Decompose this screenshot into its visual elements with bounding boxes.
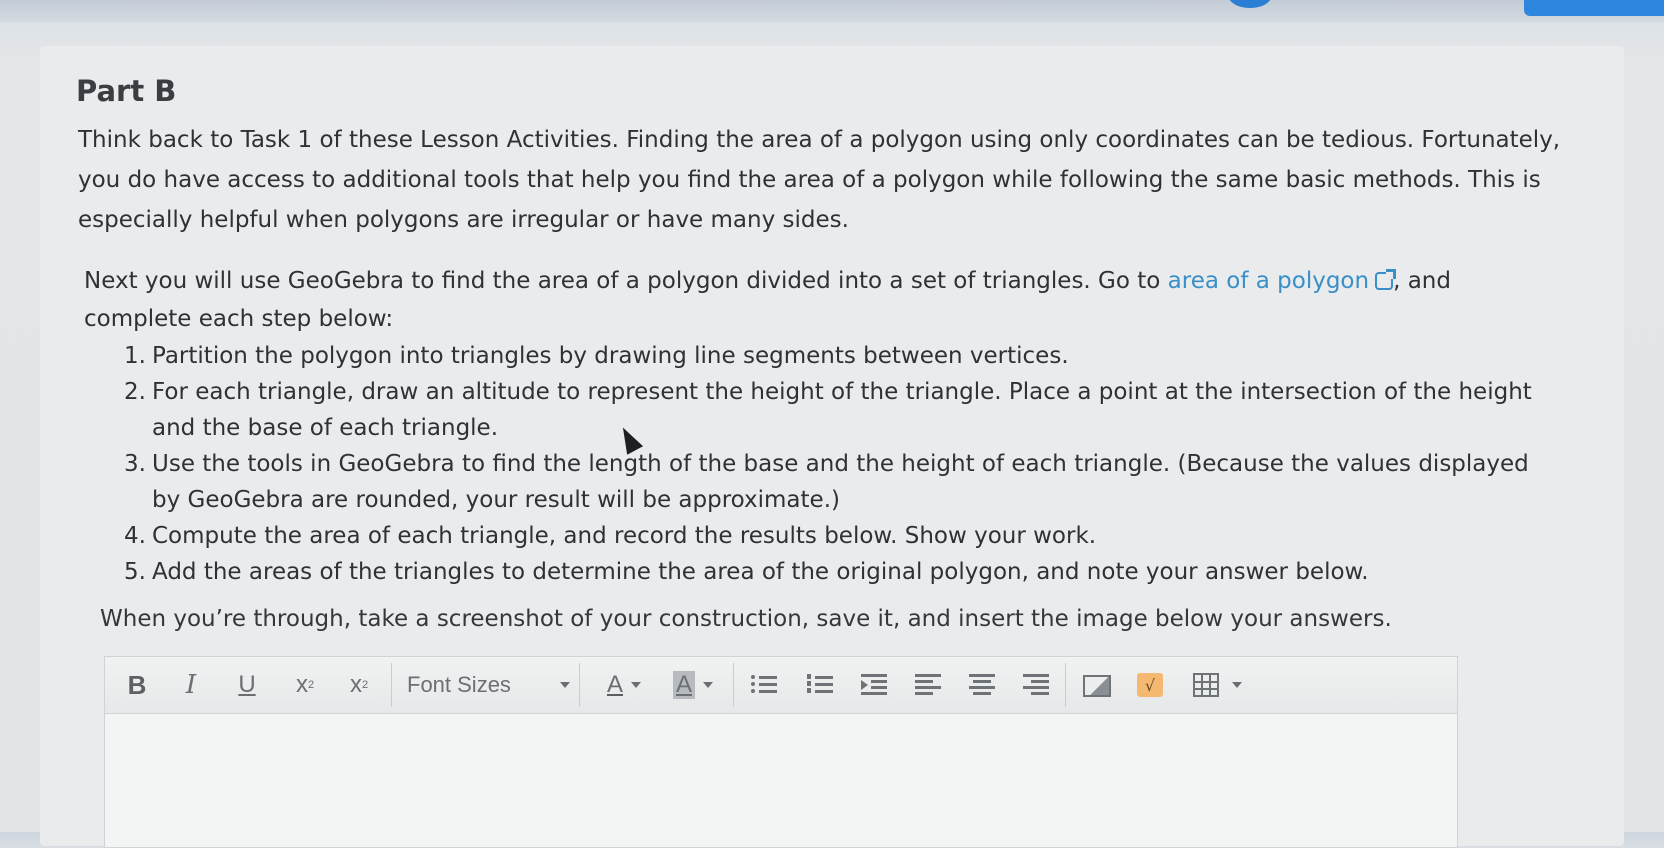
indent-icon[interactable] <box>861 671 887 697</box>
step-text: For each triangle, draw an altitude to r… <box>152 379 1532 441</box>
subscript-button[interactable]: x2 <box>337 667 381 703</box>
insert-image-icon[interactable] <box>1083 675 1111 697</box>
superscript-button[interactable]: x2 <box>283 667 327 703</box>
font-color-button[interactable]: A <box>595 667 653 703</box>
step-number: 4. <box>124 523 146 549</box>
math-equation-icon[interactable]: √ <box>1137 673 1163 697</box>
highlight-color-button[interactable]: A <box>661 667 725 703</box>
superscript-label[interactable]: x <box>296 671 308 699</box>
toolbar-divider <box>579 663 580 707</box>
editor-toolbar: B I U x2 x2 Font Sizes A A √ <box>105 657 1457 714</box>
step-text: Partition the polygon into triangles by … <box>152 343 1069 369</box>
step-text: Add the areas of the triangles to determ… <box>152 559 1369 585</box>
step-item: 1. Partition the polygon into triangles b… <box>124 338 1564 374</box>
steps-list: 1. Partition the polygon into triangles b… <box>124 338 1564 590</box>
chevron-down-icon[interactable] <box>631 682 641 688</box>
step-item: 5. Add the areas of the triangles to dete… <box>124 554 1564 590</box>
instructions-text-before: Next you will use GeoGebra to find the a… <box>84 268 1161 294</box>
highlight-color-label[interactable]: A <box>672 671 695 699</box>
step-item: 4. Compute the area of each triangle, and… <box>124 518 1564 554</box>
top-action-button[interactable] <box>1524 0 1664 16</box>
chevron-down-icon[interactable] <box>549 667 573 703</box>
step-text: Compute the area of each triangle, and r… <box>152 523 1097 549</box>
closing-instructions: When you’re through, take a screenshot o… <box>100 606 1392 632</box>
align-left-icon[interactable] <box>915 671 941 697</box>
step-number: 5. <box>124 559 146 585</box>
part-title: Part B <box>76 74 177 108</box>
step-item: 2. For each triangle, draw an altitude to… <box>124 374 1564 446</box>
align-center-icon[interactable] <box>969 671 995 697</box>
area-of-polygon-link[interactable]: area of a polygon <box>1168 268 1397 294</box>
answer-editor[interactable]: B I U x2 x2 Font Sizes A A √ <box>104 656 1458 848</box>
numbered-list-icon[interactable] <box>807 671 833 697</box>
subscript-label[interactable]: x <box>350 671 362 699</box>
browser-top-bar <box>0 0 1664 22</box>
step-item: 3. Use the tools in GeoGebra to find the … <box>124 446 1564 518</box>
step-number: 1. <box>124 343 146 369</box>
bullet-list-icon[interactable] <box>751 671 777 697</box>
chevron-down-icon[interactable] <box>1223 667 1243 703</box>
underline-button[interactable]: U <box>227 667 267 703</box>
editor-content-area[interactable] <box>105 714 1457 847</box>
bold-button[interactable]: B <box>117 667 157 703</box>
font-sizes-label[interactable]: Font Sizes <box>407 672 511 698</box>
external-link-icon[interactable] <box>1375 269 1397 290</box>
align-right-icon[interactable] <box>1023 671 1049 697</box>
toolbar-divider <box>733 663 734 707</box>
step-text: Use the tools in GeoGebra to find the le… <box>152 451 1529 513</box>
instructions-paragraph: Next you will use GeoGebra to find the a… <box>84 262 1544 338</box>
toolbar-divider <box>1065 663 1066 707</box>
chevron-down-icon[interactable] <box>703 682 713 688</box>
step-number: 3. <box>124 451 146 477</box>
top-avatar[interactable] <box>1228 0 1272 8</box>
superscript-mark[interactable]: 2 <box>308 679 314 691</box>
subscript-mark[interactable]: 2 <box>362 679 368 691</box>
insert-table-icon[interactable] <box>1193 673 1219 697</box>
step-number: 2. <box>124 379 146 405</box>
intro-paragraph: Think back to Task 1 of these Lesson Act… <box>78 127 1561 233</box>
italic-button[interactable]: I <box>171 667 211 703</box>
link-label[interactable]: area of a polygon <box>1168 268 1369 294</box>
toolbar-divider <box>391 663 392 707</box>
font-color-label[interactable]: A <box>607 671 623 699</box>
